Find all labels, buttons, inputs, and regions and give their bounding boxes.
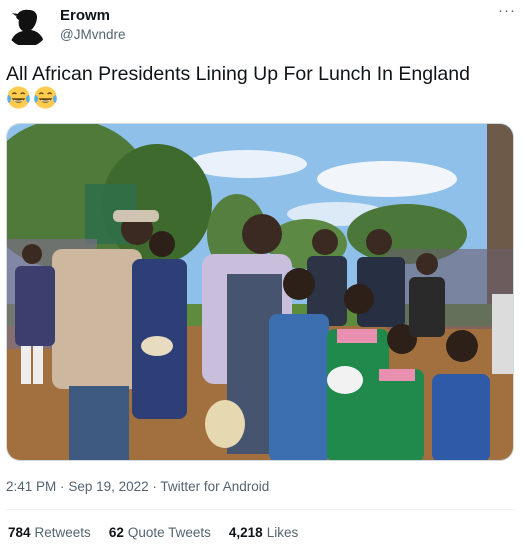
divider xyxy=(6,509,516,510)
engagement-stats: 784 Retweets 62 Quote Tweets 4,218 Likes xyxy=(8,525,298,540)
tears-of-joy-emoji-icon xyxy=(34,86,57,109)
more-options-icon[interactable]: ··· xyxy=(496,2,518,24)
likes-label: Likes xyxy=(266,525,299,540)
tweet-text: All African Presidents Lining Up For Lun… xyxy=(6,63,470,85)
photo-image xyxy=(7,124,513,460)
quote-tweets-stat[interactable]: 62 Quote Tweets xyxy=(109,525,211,540)
quote-tweets-count: 62 xyxy=(108,525,124,540)
tweet-photo[interactable] xyxy=(6,123,514,461)
tweet-time[interactable]: 2:41 PM xyxy=(6,479,56,494)
tweet: Erowm @JMvndre ··· All African President… xyxy=(0,0,523,544)
retweets-count: 784 xyxy=(8,525,31,540)
silhouette-avatar-icon xyxy=(6,5,48,47)
avatar[interactable] xyxy=(6,5,48,47)
likes-count: 4,218 xyxy=(228,525,263,540)
user-handle[interactable]: @JMvndre xyxy=(60,27,125,42)
tweet-meta: 2:41 PM · Sep 19, 2022 · Twitter for And… xyxy=(6,479,269,494)
display-name[interactable]: Erowm xyxy=(60,7,110,24)
meta-separator: · xyxy=(60,479,65,494)
likes-stat[interactable]: 4,218 Likes xyxy=(229,525,298,540)
meta-separator: · xyxy=(152,479,157,494)
retweets-label: Retweets xyxy=(34,525,91,540)
tweet-source[interactable]: Twitter for Android xyxy=(160,479,269,494)
tears-of-joy-emoji-icon xyxy=(7,86,30,109)
tweet-date[interactable]: Sep 19, 2022 xyxy=(68,479,148,494)
quote-tweets-label: Quote Tweets xyxy=(127,525,211,540)
emoji-row xyxy=(6,85,58,111)
retweets-stat[interactable]: 784 Retweets xyxy=(8,525,91,540)
